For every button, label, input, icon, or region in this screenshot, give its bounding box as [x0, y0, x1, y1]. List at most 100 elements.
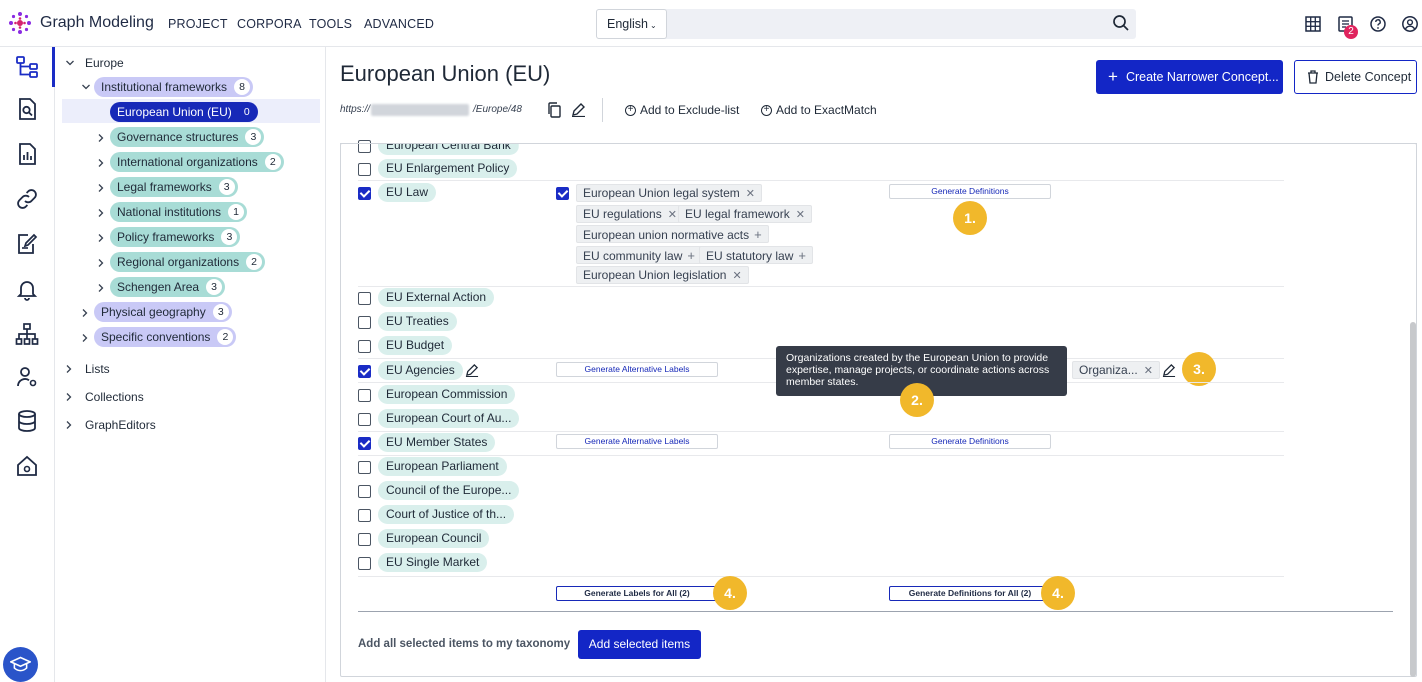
chevron-down-icon[interactable]	[81, 82, 91, 92]
close-icon[interactable]: ✕	[796, 209, 805, 221]
tree-node-institutional-frameworks[interactable]: Institutional frameworks 8	[94, 77, 254, 97]
close-icon[interactable]: ✕	[732, 270, 741, 282]
item-checkbox[interactable]	[358, 485, 371, 498]
item-checkbox[interactable]	[358, 316, 371, 329]
edit-document-icon[interactable]	[15, 232, 39, 256]
taxonomy-tree-icon[interactable]	[15, 55, 39, 79]
close-icon[interactable]: ✕	[1144, 365, 1153, 377]
bell-icon[interactable]	[15, 277, 39, 301]
item-checkbox[interactable]	[358, 187, 371, 200]
definition-chip[interactable]: Organiza... ✕	[1072, 361, 1160, 379]
chip-label: Organiza...	[1079, 363, 1138, 377]
alt-label-chip[interactable]: European Union legislation ✕	[576, 266, 749, 284]
tree-node-physical-geography[interactable]: Physical geography 3	[94, 302, 232, 322]
plus-icon[interactable]: +	[798, 248, 806, 263]
add-to-exactmatch-link[interactable]: + Add to ExactMatch	[761, 103, 877, 117]
chevron-right-icon[interactable]	[64, 364, 74, 374]
item-checkbox[interactable]	[358, 340, 371, 353]
generate-alternative-labels-button[interactable]: Generate Alternative Labels	[556, 434, 718, 449]
tree-node-europe[interactable]: Europe	[85, 56, 124, 70]
item-checkbox[interactable]	[358, 365, 371, 378]
alt-label-chip[interactable]: EU regulations ✕	[576, 205, 684, 223]
tree-node-international-organizations[interactable]: International organizations 2	[110, 152, 284, 172]
chevron-right-icon[interactable]	[64, 392, 74, 402]
search-input[interactable]	[596, 9, 1136, 39]
generate-definitions-for-all-button[interactable]: Generate Definitions for All (2)	[889, 586, 1051, 601]
link-icon[interactable]	[15, 187, 39, 211]
scrollbar[interactable]	[1410, 322, 1416, 677]
table-grid-icon[interactable]	[1304, 15, 1322, 33]
chevron-right-icon[interactable]	[96, 208, 106, 218]
tree-node-collections[interactable]: Collections	[85, 390, 144, 404]
alt-label-chip[interactable]: EU community law +	[576, 246, 702, 264]
home-settings-icon[interactable]	[15, 454, 39, 478]
generate-definitions-button[interactable]: Generate Definitions	[889, 434, 1051, 449]
add-selected-items-button[interactable]: Add selected items	[578, 630, 701, 659]
tree-node-regional-organizations[interactable]: Regional organizations 2	[110, 252, 266, 272]
chevron-right-icon[interactable]	[96, 183, 106, 193]
document-search-icon[interactable]	[15, 97, 39, 121]
select-all-alt-labels-checkbox[interactable]	[556, 187, 569, 200]
chevron-right-icon[interactable]	[80, 333, 90, 343]
plus-icon[interactable]: +	[754, 227, 762, 242]
chevron-right-icon[interactable]	[80, 308, 90, 318]
chevron-down-icon[interactable]	[65, 58, 75, 68]
nav-corpora[interactable]: CORPORA	[237, 17, 302, 31]
close-icon[interactable]: ✕	[668, 209, 677, 221]
generate-alternative-labels-button[interactable]: Generate Alternative Labels	[556, 362, 718, 377]
item-checkbox[interactable]	[358, 557, 371, 570]
alt-label-chip[interactable]: EU statutory law +	[699, 246, 813, 264]
hierarchy-icon[interactable]	[15, 322, 39, 346]
database-icon[interactable]	[15, 409, 39, 433]
report-chart-icon[interactable]	[15, 142, 39, 166]
tree-node-grapheditors[interactable]: GraphEditors	[85, 418, 156, 432]
item-checkbox[interactable]	[358, 413, 371, 426]
edit-pencil-icon[interactable]	[1162, 363, 1176, 377]
edit-pencil-icon[interactable]	[571, 102, 586, 117]
academy-icon[interactable]	[3, 647, 38, 682]
alt-label-chip[interactable]: European union normative acts +	[576, 225, 769, 243]
delete-concept-button[interactable]: Delete Concept	[1294, 60, 1417, 94]
create-narrower-concept-button[interactable]: + Create Narrower Concept...	[1096, 60, 1283, 94]
chevron-right-icon[interactable]	[96, 158, 106, 168]
graph-logo-icon[interactable]	[8, 11, 32, 35]
item-checkbox[interactable]	[358, 437, 371, 450]
tree-node-european-union[interactable]: European Union (EU) 0	[110, 102, 258, 122]
user-account-icon[interactable]	[1401, 15, 1419, 33]
item-checkbox[interactable]	[358, 461, 371, 474]
tree-node-specific-conventions[interactable]: Specific conventions 2	[94, 327, 237, 347]
nav-tools[interactable]: TOOLS	[309, 17, 352, 31]
close-icon[interactable]: ✕	[746, 188, 755, 200]
chevron-right-icon[interactable]	[96, 233, 106, 243]
generate-definitions-button[interactable]: Generate Definitions	[889, 184, 1051, 199]
tree-node-policy-frameworks[interactable]: Policy frameworks 3	[110, 227, 241, 247]
chevron-right-icon[interactable]	[96, 133, 106, 143]
tree-node-legal-frameworks[interactable]: Legal frameworks 3	[110, 177, 238, 197]
tree-node-lists[interactable]: Lists	[85, 362, 110, 376]
user-settings-icon[interactable]	[15, 365, 39, 389]
tree-node-national-institutions[interactable]: National institutions 1	[110, 202, 248, 222]
item-checkbox[interactable]	[358, 533, 371, 546]
item-checkbox[interactable]	[358, 140, 371, 153]
item-checkbox[interactable]	[358, 509, 371, 522]
chevron-right-icon[interactable]	[64, 420, 74, 430]
language-select[interactable]: English ⌄	[596, 9, 667, 39]
item-checkbox[interactable]	[358, 389, 371, 402]
add-to-exclude-list-link[interactable]: + Add to Exclude-list	[625, 103, 739, 117]
item-checkbox[interactable]	[358, 163, 371, 176]
plus-icon[interactable]: +	[687, 248, 695, 263]
copy-icon[interactable]	[547, 102, 562, 118]
help-icon[interactable]	[1369, 15, 1387, 33]
tree-node-governance-structures[interactable]: Governance structures 3	[110, 127, 265, 147]
tree-node-schengen-area[interactable]: Schengen Area 3	[110, 277, 226, 297]
chevron-right-icon[interactable]	[96, 258, 106, 268]
nav-advanced[interactable]: ADVANCED	[364, 17, 434, 31]
nav-project[interactable]: PROJECT	[168, 17, 228, 31]
item-checkbox[interactable]	[358, 292, 371, 305]
search-icon[interactable]	[1112, 14, 1130, 32]
alt-label-chip[interactable]: European Union legal system ✕	[576, 184, 762, 202]
chevron-right-icon[interactable]	[96, 283, 106, 293]
edit-pencil-icon[interactable]	[465, 363, 479, 377]
alt-label-chip[interactable]: EU legal framework ✕	[678, 205, 812, 223]
generate-labels-for-all-button[interactable]: Generate Labels for All (2)	[556, 586, 718, 601]
